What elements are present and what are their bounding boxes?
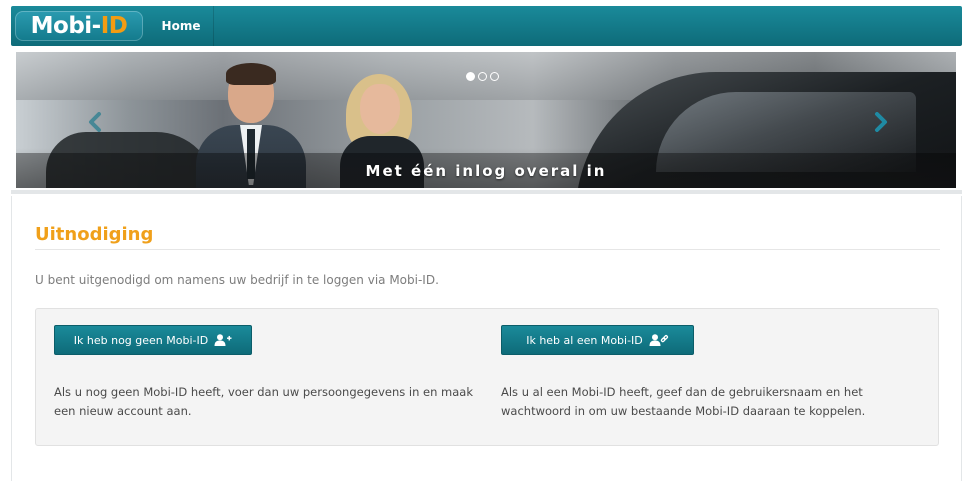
carousel-indicator-1[interactable] (466, 72, 475, 81)
chevron-left-icon (89, 112, 101, 132)
user-link-icon (649, 334, 669, 346)
user-add-icon (214, 334, 232, 346)
carousel-next-button[interactable] (874, 112, 888, 132)
mobi-id-logo[interactable]: Mobi- ID (15, 11, 143, 41)
nav-home-link[interactable]: Home (149, 6, 214, 46)
carousel-indicator-3[interactable] (490, 72, 499, 81)
no-mobi-id-button-label: Ik heb nog geen Mobi-ID (73, 333, 209, 347)
logo-prefix: Mobi- (30, 13, 102, 39)
chevron-right-icon (875, 112, 887, 132)
account-options-well: Ik heb nog geen Mobi-ID Als u nog geen M… (35, 308, 939, 446)
have-mobi-id-button-label: Ik heb al een Mobi-ID (526, 333, 643, 347)
no-mobi-id-button[interactable]: Ik heb nog geen Mobi-ID (54, 325, 252, 355)
carousel-prev-button[interactable] (88, 112, 102, 132)
logo-suffix: ID (100, 13, 128, 39)
top-navbar: Mobi- ID Home (11, 6, 962, 46)
have-mobi-id-button[interactable]: Ik heb al een Mobi-ID (501, 325, 694, 355)
carousel-caption: Met één inlog overal in (365, 161, 607, 180)
no-mobi-id-description: Als u nog geen Mobi-ID heeft, voer dan u… (54, 385, 474, 418)
have-mobi-id-description: Als u al een Mobi-ID heeft, geef dan de … (501, 385, 866, 418)
hero-carousel: Met één inlog overal in (16, 52, 956, 188)
carousel-indicator-2[interactable] (478, 72, 487, 81)
intro-text: U bent uitgenodigd om namens uw bedrijf … (35, 273, 439, 287)
page-title: Uitnodiging (35, 224, 154, 245)
hero-divider (11, 190, 962, 194)
invitation-panel: Uitnodiging U bent uitgenodigd om namens… (11, 196, 962, 481)
title-divider (35, 249, 940, 250)
carousel-indicators (466, 72, 499, 81)
